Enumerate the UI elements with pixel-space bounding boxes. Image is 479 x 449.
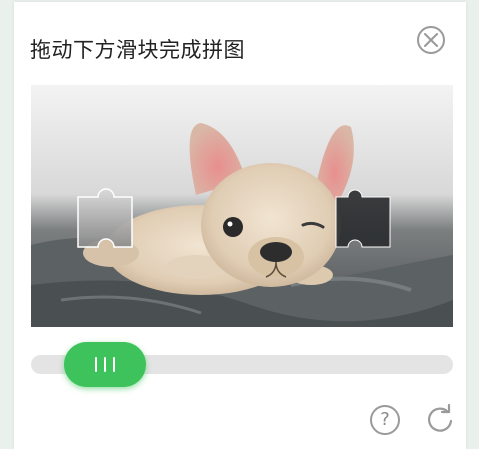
grip-icon	[104, 357, 106, 372]
puzzle-target-slot	[335, 189, 391, 248]
grip-icon	[95, 357, 97, 372]
captcha-title: 拖动下方滑块完成拼图	[30, 38, 245, 62]
refresh-button[interactable]	[424, 403, 456, 435]
slider-handle[interactable]	[64, 342, 146, 387]
captcha-dialog: 拖动下方滑块完成拼图 ?	[14, 2, 466, 449]
refresh-icon	[428, 403, 453, 432]
help-icon: ?	[380, 409, 390, 430]
grip-icon	[113, 357, 115, 372]
close-icon	[424, 33, 438, 47]
help-button[interactable]: ?	[370, 405, 400, 435]
puzzle-piece[interactable]	[77, 188, 133, 248]
puzzle-image	[31, 85, 453, 327]
close-button[interactable]	[417, 26, 445, 54]
